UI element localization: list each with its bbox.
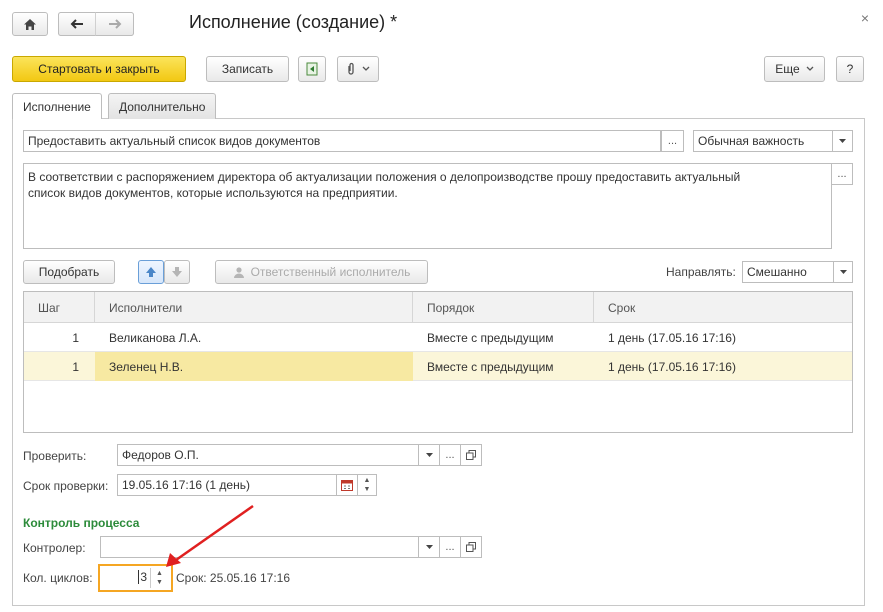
close-icon[interactable]: × (861, 10, 869, 26)
caret-down-icon (839, 139, 846, 143)
window-title: Исполнение (создание) * (189, 12, 398, 32)
process-control-title: Контроль процесса (23, 516, 140, 530)
description-open-button[interactable]: ... (831, 163, 853, 185)
checker-select-button[interactable]: ... (439, 444, 461, 466)
term-text: Срок: 25.05.16 17:16 (176, 571, 291, 585)
spin-down-icon[interactable]: ▼ (364, 485, 371, 494)
checker-dropdown-button[interactable] (418, 444, 440, 466)
more-label: Еще (775, 62, 800, 76)
controller-input[interactable] (100, 536, 419, 558)
controller-dropdown-button[interactable] (418, 536, 440, 558)
user-icon (233, 267, 244, 278)
description-textarea[interactable]: В соответствии с распоряжением директора… (23, 163, 832, 249)
arrow-right-icon (108, 19, 121, 29)
spin-up-icon[interactable]: ▲ (364, 476, 371, 485)
check-label: Проверить: (23, 449, 87, 463)
column-header-performers[interactable]: Исполнители (95, 292, 413, 323)
pick-button[interactable]: Подобрать (23, 260, 115, 284)
deadline-cell: 1 день (17.05.16 17:16) (608, 330, 736, 345)
performer-cell: Зеленец Н.В. (95, 352, 413, 381)
controller-open-button[interactable] (460, 536, 482, 558)
arrow-up-icon (146, 267, 156, 277)
controller-select-button[interactable]: ... (439, 536, 461, 558)
calendar-icon (341, 480, 353, 491)
direct-dropdown-button[interactable] (833, 261, 853, 283)
home-button[interactable] (12, 12, 48, 36)
move-down-button[interactable] (164, 260, 190, 284)
direct-select[interactable]: Смешанно (742, 261, 834, 283)
checker-input[interactable]: Федоров О.П. (117, 444, 419, 466)
deadline-spinner[interactable]: ▲ ▼ (357, 474, 377, 496)
column-header-step[interactable]: Шаг (24, 292, 95, 323)
chevron-down-icon (806, 66, 814, 71)
deadline-cell: 1 день (17.05.16 17:16) (608, 359, 736, 374)
open-window-icon (466, 542, 476, 552)
subject-input[interactable]: Предоставить актуальный список видов док… (23, 130, 661, 152)
description-line-2: список видов документов, которые использ… (28, 186, 398, 200)
tab-additional[interactable]: Дополнительно (108, 93, 217, 119)
cycles-field[interactable]: 3 ▲ ▼ (98, 564, 173, 592)
performers-table[interactable]: Шаг Исполнители Порядок Срок 1 Великанов… (23, 291, 853, 433)
table-row[interactable]: 1 Великанова Л.А. Вместе с предыдущим 1 … (24, 323, 852, 352)
caret-down-icon (425, 453, 433, 457)
start-and-close-button[interactable]: Стартовать и закрыть (12, 56, 186, 82)
save-button[interactable]: Записать (206, 56, 289, 82)
arrow-left-icon (70, 19, 83, 29)
step-cell: 1 (72, 359, 79, 374)
arrow-down-icon (172, 267, 182, 277)
help-button[interactable]: ? (836, 56, 864, 82)
column-header-deadline[interactable]: Срок (594, 292, 852, 323)
controller-label: Контролер: (23, 541, 86, 555)
responsible-performer-label: Ответственный исполнитель (250, 265, 411, 279)
paperclip-icon (348, 62, 354, 75)
more-button[interactable]: Еще (764, 56, 825, 82)
move-up-button[interactable] (138, 260, 164, 284)
order-cell: Вместе с предыдущим (427, 359, 554, 374)
table-row-selected[interactable]: 1 Зеленец Н.В. Вместе с предыдущим 1 ден… (24, 352, 852, 381)
tab-execution[interactable]: Исполнение (12, 93, 102, 119)
check-deadline-label: Срок проверки: (23, 479, 109, 493)
caret-down-icon (425, 545, 433, 549)
cycles-spinner[interactable]: ▲ ▼ (150, 568, 168, 588)
spin-up-icon[interactable]: ▲ (156, 569, 163, 578)
step-cell: 1 (72, 330, 79, 345)
spin-down-icon[interactable]: ▼ (156, 578, 163, 587)
order-cell: Вместе с предыдущим (427, 330, 554, 345)
subject-open-button[interactable]: ... (661, 130, 684, 152)
check-deadline-input[interactable]: 19.05.16 17:16 (1 день) (117, 474, 337, 496)
cycles-label: Кол. циклов: (23, 571, 93, 585)
document-arrow-icon (306, 62, 318, 76)
caret-down-icon (839, 270, 847, 274)
importance-select[interactable]: Обычная важность (693, 130, 833, 152)
performer-cell: Великанова Л.А. (109, 330, 202, 345)
direct-label: Направлять: (666, 265, 736, 279)
table-header: Шаг Исполнители Порядок Срок (24, 292, 852, 323)
checker-open-button[interactable] (460, 444, 482, 466)
importance-dropdown-button[interactable] (832, 130, 853, 152)
back-button[interactable] (58, 12, 96, 36)
column-header-order[interactable]: Порядок (413, 292, 594, 323)
home-icon (24, 18, 36, 30)
chevron-down-icon (362, 66, 370, 71)
calendar-button[interactable] (336, 474, 358, 496)
attach-button[interactable] (337, 56, 379, 82)
cycles-input[interactable]: 3 (138, 570, 147, 584)
open-window-icon (466, 450, 476, 460)
description-line-1: В соответствии с распоряжением директора… (28, 170, 741, 184)
forward-button[interactable] (96, 12, 134, 36)
responsible-performer-button[interactable]: Ответственный исполнитель (215, 260, 428, 284)
save-to-file-button[interactable] (298, 56, 326, 82)
